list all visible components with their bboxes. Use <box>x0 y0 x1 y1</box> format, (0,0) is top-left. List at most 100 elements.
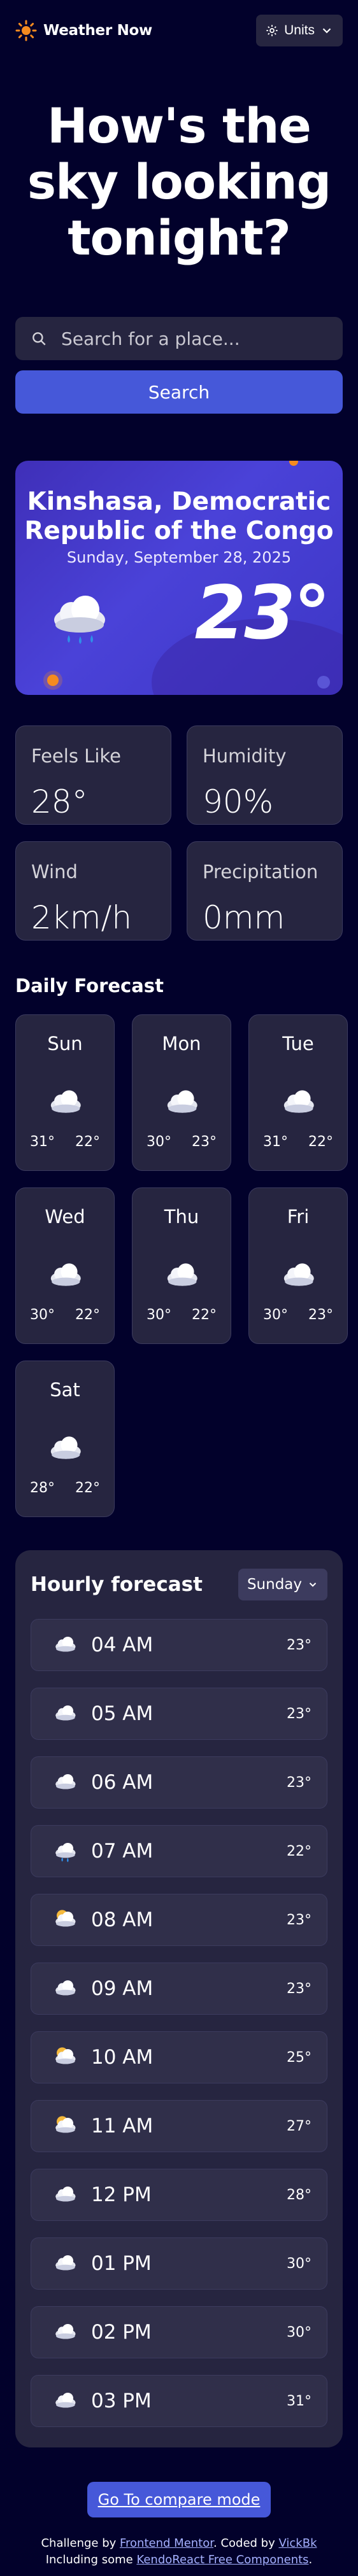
daily-forecast-card: Tue 31° 22° <box>248 1014 348 1171</box>
app-page: Weather Now Units How's the sky looking … <box>0 0 358 2576</box>
cloud-icon <box>50 1263 81 1286</box>
search-input[interactable] <box>61 328 327 349</box>
page-title: How's the sky looking tonight? <box>27 97 331 266</box>
hour-temp: 30° <box>287 2255 311 2272</box>
daily-forecast-grid: Sun 31° 22° Mon 30° 23° Tue 31° 22° Wed 30° 22° Thu 3… <box>15 1014 348 1517</box>
hour-temp: 23° <box>287 1774 311 1791</box>
compare-mode-button[interactable]: Go To compare mode <box>87 2482 271 2517</box>
day-temps: 31° 22° <box>30 1134 100 1150</box>
hour-time: 07 AM <box>91 1840 154 1863</box>
stat-value: 0mm <box>203 899 285 936</box>
current-weather-card: Kinshasa, Democratic Republic of the Con… <box>15 461 343 695</box>
day-select-value: Sunday <box>247 1576 302 1593</box>
day-select[interactable]: Sunday <box>238 1569 327 1600</box>
hour-time: 11 AM <box>91 2115 154 2138</box>
cloud-icon <box>50 1436 81 1459</box>
cloud-icon <box>55 2186 76 2202</box>
day-name: Fri <box>287 1206 310 1228</box>
stat-precipitation: Precipitation 0mm <box>187 841 343 941</box>
stat-humidity: Humidity 90% <box>187 725 343 825</box>
author-link[interactable]: VickBk <box>278 2537 317 2550</box>
search-icon <box>32 332 46 346</box>
app-logo[interactable]: Weather Now <box>15 20 152 41</box>
frontend-mentor-link[interactable]: Frontend Mentor <box>120 2537 213 2550</box>
partly-cloudy-icon <box>55 2047 76 2064</box>
daily-forecast-card: Fri 30° 23° <box>248 1187 348 1344</box>
daily-forecast-card: Sat 28° 22° <box>15 1361 115 1517</box>
day-temps: 30° 22° <box>147 1307 217 1323</box>
units-button[interactable]: Units <box>256 15 343 46</box>
daily-forecast-card: Thu 30° 22° <box>132 1187 231 1344</box>
current-location: Kinshasa, Democratic Republic of the Con… <box>24 487 334 545</box>
search-button[interactable]: Search <box>15 370 343 414</box>
rain-cloud-icon <box>54 596 105 644</box>
hour-temp: 30° <box>287 2324 311 2341</box>
day-temps: 30° 23° <box>147 1134 217 1150</box>
stat-label: Feels Like <box>31 745 121 767</box>
hour-temp: 22° <box>287 1843 311 1859</box>
hour-time: 01 PM <box>91 2252 152 2275</box>
day-temps: 30° 22° <box>30 1307 100 1323</box>
stat-label: Humidity <box>203 745 287 767</box>
day-high: 30° <box>147 1307 171 1323</box>
day-low: 22° <box>75 1134 100 1150</box>
day-temps: 30° 23° <box>263 1307 333 1323</box>
hour-time: 09 AM <box>91 1977 154 2000</box>
hourly-row: 09 AM 23° <box>31 1963 327 2015</box>
rain-cloud-icon <box>55 1842 76 1863</box>
hour-time: 08 AM <box>91 1908 154 1931</box>
search-box[interactable] <box>15 317 343 360</box>
day-name: Wed <box>45 1206 85 1228</box>
stat-label: Precipitation <box>203 861 319 883</box>
stat-value: 2km/h <box>31 899 132 936</box>
stat-value: 28° <box>31 783 88 820</box>
day-temps: 28° 22° <box>30 1480 100 1496</box>
cloud-icon <box>55 1980 76 1996</box>
hour-temp: 23° <box>287 1980 311 1997</box>
hourly-row: 04 AM 23° <box>31 1619 327 1671</box>
decorative-dot <box>317 676 330 689</box>
hour-temp: 25° <box>287 2049 311 2066</box>
hourly-row: 03 PM 31° <box>31 2375 327 2427</box>
cloud-icon <box>55 1774 76 1789</box>
day-name: Tue <box>282 1033 314 1054</box>
gear-icon <box>266 25 278 36</box>
stat-wind: Wind 2km/h <box>15 841 171 941</box>
hourly-row: 07 AM 22° <box>31 1825 327 1877</box>
cloud-icon <box>283 1090 314 1113</box>
decorative-sun-dot <box>47 675 59 686</box>
weather-stats-grid: Feels Like 28° Humidity 90% Wind 2km/h P… <box>15 725 343 941</box>
day-low: 22° <box>308 1134 333 1150</box>
chevron-down-icon <box>309 1583 317 1587</box>
hourly-row: 02 PM 30° <box>31 2306 327 2358</box>
partly-cloudy-icon <box>55 1910 76 1927</box>
cloud-icon <box>50 1090 81 1113</box>
current-date: Sunday, September 28, 2025 <box>66 549 292 566</box>
stat-feels-like: Feels Like 28° <box>15 725 171 825</box>
hour-temp: 23° <box>287 1912 311 1928</box>
day-high: 28° <box>30 1480 55 1496</box>
hour-temp: 28° <box>287 2187 311 2203</box>
decorative-sun-dot <box>289 461 298 466</box>
day-name: Thu <box>164 1206 199 1228</box>
day-low: 22° <box>75 1307 100 1323</box>
hourly-row: 12 PM 28° <box>31 2169 327 2221</box>
day-high: 31° <box>30 1134 55 1150</box>
daily-forecast-title: Daily Forecast <box>15 975 164 997</box>
day-low: 23° <box>308 1307 333 1323</box>
kendoreact-link[interactable]: KendoReact Free Components <box>136 2553 308 2566</box>
stat-label: Wind <box>31 861 78 883</box>
sun-logo-icon <box>15 20 37 41</box>
hourly-forecast-title: Hourly forecast <box>31 1573 203 1596</box>
cloud-icon <box>167 1263 197 1286</box>
search-section: Search <box>15 317 343 414</box>
hour-time: 04 AM <box>91 1634 154 1656</box>
hour-time: 12 PM <box>91 2183 152 2206</box>
hour-time: 03 PM <box>91 2390 152 2412</box>
hour-temp: 23° <box>287 1705 311 1722</box>
day-name: Sun <box>47 1033 83 1054</box>
partly-cloudy-icon <box>55 2116 76 2133</box>
hour-temp: 31° <box>287 2393 311 2409</box>
attribution-text: Including some <box>45 2553 137 2566</box>
hour-time: 10 AM <box>91 2046 154 2069</box>
